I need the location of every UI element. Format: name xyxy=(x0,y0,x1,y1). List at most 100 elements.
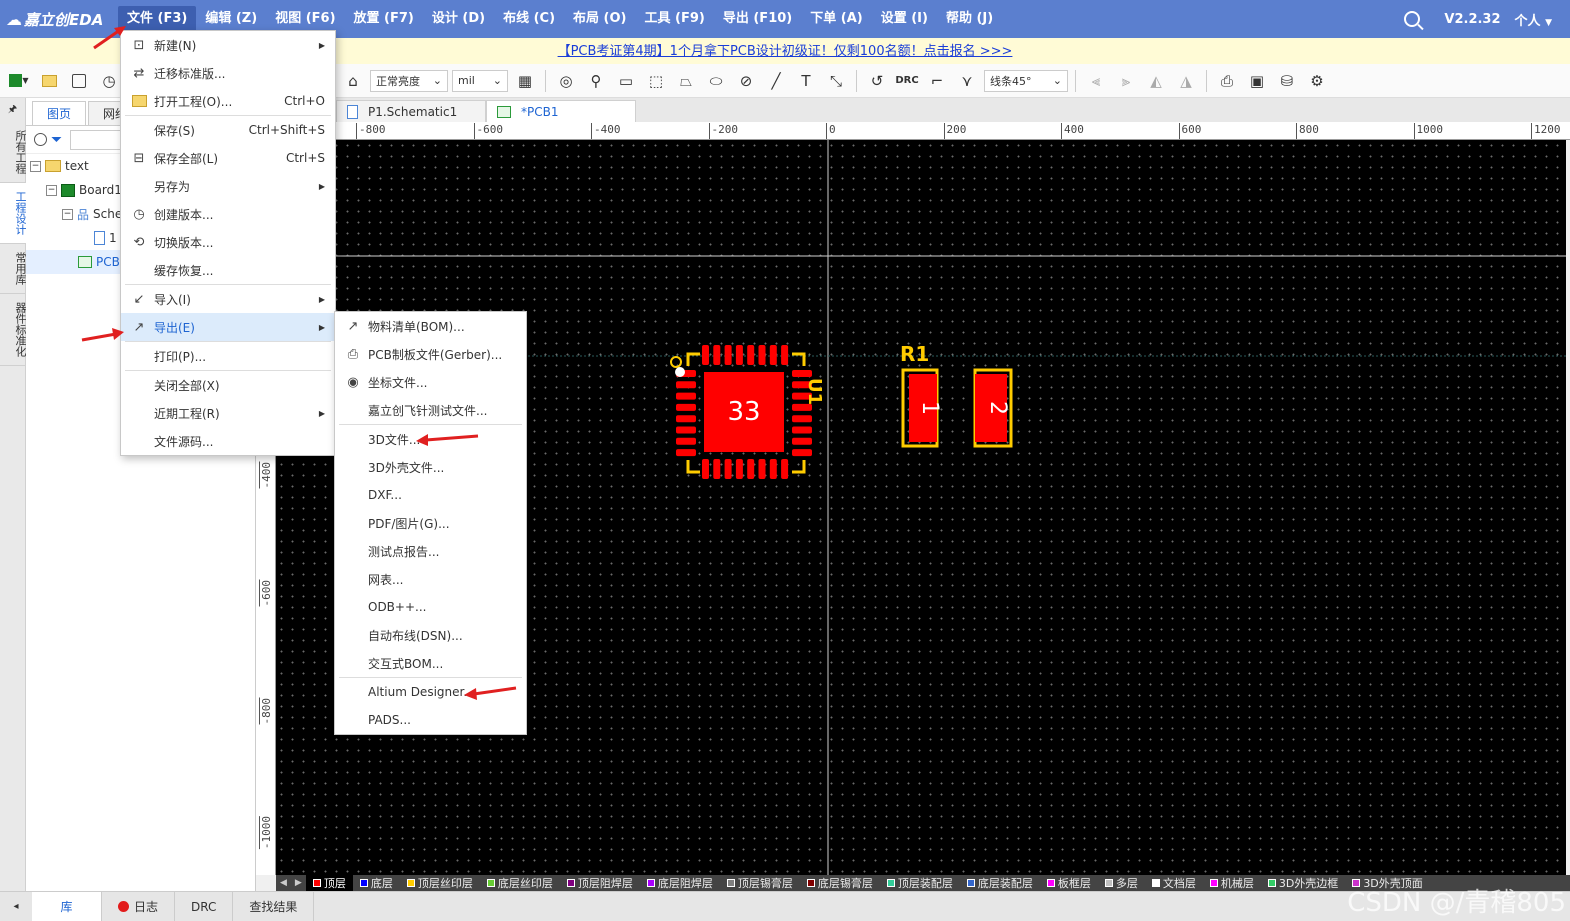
layer-item[interactable]: 顶层锡膏层 xyxy=(720,875,800,891)
layer-item[interactable]: 顶层阻焊层 xyxy=(560,875,640,891)
tab-drc[interactable]: DRC xyxy=(175,891,234,921)
vtab-all-projects[interactable]: 所有工程 xyxy=(0,122,27,183)
folder-icon[interactable] xyxy=(36,68,62,94)
layer-item[interactable]: 顶层丝印层 xyxy=(400,875,480,891)
file_menu-item-7[interactable]: ◷ 创建版本... xyxy=(121,200,335,228)
scroll-left-icon[interactable]: ◀ xyxy=(276,878,291,888)
export_menu-item-13[interactable]: 交互式BOM... xyxy=(335,649,526,677)
export_menu-item-12[interactable]: 自动布线(DSN)... xyxy=(335,621,526,649)
gerber-icon[interactable]: ⎙ xyxy=(1214,68,1240,94)
layer-item[interactable]: 板框层 xyxy=(1040,875,1098,891)
menu-item-7[interactable]: 工具 (F9) xyxy=(636,6,714,32)
bom-icon[interactable]: ▣ xyxy=(1244,68,1270,94)
file_menu-item-17[interactable]: 近期工程(R) ▶ xyxy=(121,399,335,427)
layer-item[interactable]: 底层 xyxy=(353,875,400,891)
account-menu[interactable]: 个人 ▼ xyxy=(1515,10,1552,29)
unit-select[interactable]: mil ⌄ xyxy=(452,69,508,92)
save-icon[interactable] xyxy=(66,68,92,94)
file_menu-item-2[interactable]: 打开工程(O)... Ctrl+O xyxy=(121,87,335,115)
search-icon[interactable] xyxy=(34,133,47,146)
file_menu-item-16[interactable]: 关闭全部(X) xyxy=(121,371,335,399)
menu-item-4[interactable]: 设计 (D) xyxy=(423,6,494,32)
layer-item[interactable]: 多层 xyxy=(1098,875,1145,891)
vtab-project-design[interactable]: 工程设计 xyxy=(0,183,27,244)
tab-find-results[interactable]: 查找结果 xyxy=(233,891,315,921)
export_menu-item-7[interactable]: DXF... xyxy=(335,481,526,509)
diff-pair-icon[interactable]: ⋎ xyxy=(954,68,980,94)
layer-item[interactable]: 底层阻焊层 xyxy=(640,875,720,891)
drc-button[interactable]: DRC xyxy=(894,68,920,94)
distribute-icon[interactable]: ⫸ xyxy=(1113,68,1139,94)
dashed-rect-icon[interactable]: ⬚ xyxy=(643,68,669,94)
menu-item-10[interactable]: 设置 (I) xyxy=(872,6,937,32)
filter-icon[interactable]: ⏷ xyxy=(51,132,62,148)
vtab-component-standardization[interactable]: 器件标准化 xyxy=(0,294,27,366)
grid-icon[interactable]: ▦ xyxy=(512,68,538,94)
export_menu-item-6[interactable]: 3D外壳文件... xyxy=(335,453,526,481)
export_menu-item-0[interactable]: ↗ 物料清单(BOM)... xyxy=(335,312,526,340)
gear-icon[interactable]: ⚙ xyxy=(1304,68,1330,94)
export_menu-item-10[interactable]: 网表... xyxy=(335,565,526,593)
file_menu-item-8[interactable]: ⟲ 切换版本... xyxy=(121,228,335,256)
menu-item-8[interactable]: 导出 (F10) xyxy=(714,6,801,32)
layer-item[interactable]: 底层锡膏层 xyxy=(800,875,880,891)
file_menu-item-18[interactable]: 文件源码... xyxy=(121,427,335,455)
menu-item-2[interactable]: 视图 (F6) xyxy=(266,6,344,32)
new-project-icon[interactable]: ▼ xyxy=(6,68,32,94)
measure-icon[interactable]: ⤡ xyxy=(823,68,849,94)
menu-item-3[interactable]: 放置 (F7) xyxy=(345,6,423,32)
layer-item[interactable]: 文档层 xyxy=(1145,875,1203,891)
order-icon[interactable]: ⛁ xyxy=(1274,68,1300,94)
version-icon[interactable]: ◷ xyxy=(96,68,122,94)
brightness-select[interactable]: 正常亮度 ⌄ xyxy=(370,69,448,92)
search-icon[interactable] xyxy=(1404,11,1421,27)
menu-item-1[interactable]: 编辑 (Z) xyxy=(196,6,266,32)
tab-pcb[interactable]: *PCB1 xyxy=(486,100,636,122)
file_menu-item-4[interactable]: 保存(S) Ctrl+Shift+S xyxy=(121,116,335,144)
rotate-icon[interactable]: ↺ xyxy=(864,68,890,94)
flip-h-icon[interactable]: ◭ xyxy=(1143,68,1169,94)
file_menu-item-0[interactable]: ⊡ 新建(N) ▶ xyxy=(121,31,335,59)
text-icon[interactable]: T xyxy=(793,68,819,94)
menu-item-11[interactable]: 帮助 (J) xyxy=(937,6,1002,32)
layer-item[interactable]: 底层装配层 xyxy=(960,875,1040,891)
brightness-icon[interactable]: ⌂ xyxy=(340,68,366,94)
no-entry-icon[interactable]: ⊘ xyxy=(733,68,759,94)
file_menu-item-6[interactable]: 另存为 ▶ xyxy=(121,172,335,200)
menu-item-6[interactable]: 布局 (O) xyxy=(564,6,635,32)
line-icon[interactable]: ╱ xyxy=(763,68,789,94)
layer-item[interactable]: 底层丝印层 xyxy=(480,875,560,891)
layer-item[interactable]: 3D外壳边框 xyxy=(1261,875,1345,891)
layer-item[interactable]: 机械层 xyxy=(1203,875,1261,891)
align-icon[interactable]: ⫷ xyxy=(1083,68,1109,94)
collapse-icon[interactable]: − xyxy=(46,184,57,196)
export_menu-item-9[interactable]: 测试点报告... xyxy=(335,537,526,565)
export_menu-item-1[interactable]: ⎙ PCB制板文件(Gerber)... xyxy=(335,340,526,368)
menu-item-9[interactable]: 下单 (A) xyxy=(801,6,871,32)
rect-icon[interactable]: ▭ xyxy=(613,68,639,94)
menu-item-5[interactable]: 布线 (C) xyxy=(494,6,564,32)
route-icon[interactable]: ⌐ xyxy=(924,68,950,94)
file_menu-item-14[interactable]: 打印(P)... xyxy=(121,342,335,370)
file_menu-item-1[interactable]: ⇄ 迁移标准版... xyxy=(121,59,335,87)
tab-library[interactable]: 库 xyxy=(32,891,102,921)
pin-icon[interactable]: ◂ xyxy=(0,901,32,912)
export_menu-item-16[interactable]: PADS... xyxy=(335,706,526,734)
scroll-right-icon[interactable]: ▶ xyxy=(291,878,306,888)
tab-pages[interactable]: 图页 xyxy=(32,101,87,125)
tab-schematic[interactable]: P1.Schematic1 xyxy=(336,100,486,122)
route-angle-select[interactable]: 线条45° ⌄ xyxy=(984,69,1068,92)
export_menu-item-11[interactable]: ODB++... xyxy=(335,593,526,621)
pin-icon[interactable]: ⚲ xyxy=(583,68,609,94)
export_menu-item-2[interactable]: ◉ 坐标文件... xyxy=(335,368,526,396)
layer-item[interactable]: 顶层装配层 xyxy=(880,875,960,891)
file_menu-item-12[interactable]: ↗ 导出(E) ▶ xyxy=(121,313,335,341)
collapse-icon[interactable]: − xyxy=(30,160,41,172)
vtab-common-library[interactable]: 常用库 xyxy=(0,244,27,294)
layer-item[interactable]: 顶层 xyxy=(305,875,353,891)
promo-link[interactable]: 【PCB考证第4期】1个月拿下PCB设计初级证！仅剩100名额！点击报名 >>> xyxy=(558,44,1013,59)
flip-v-icon[interactable]: ◮ xyxy=(1173,68,1199,94)
polygon-icon[interactable]: ⏢ xyxy=(673,68,699,94)
ellipse-icon[interactable]: ⬭ xyxy=(703,68,729,94)
pin-icon[interactable]: 🖈 xyxy=(0,98,25,122)
